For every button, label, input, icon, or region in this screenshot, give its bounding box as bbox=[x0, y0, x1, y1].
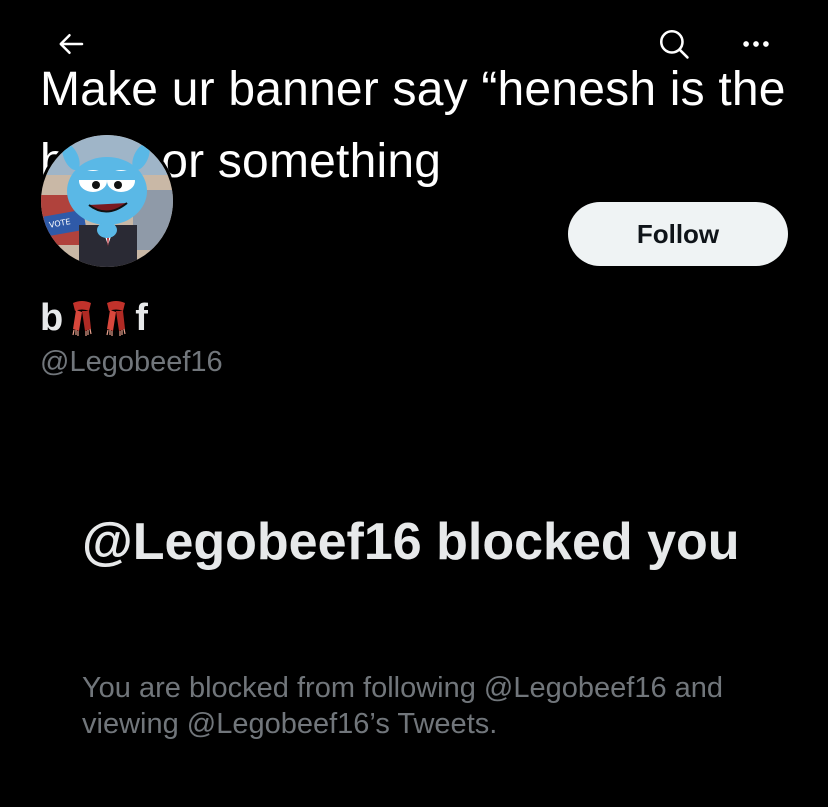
blocked-message: You are blocked from following @Legobeef… bbox=[82, 672, 724, 740]
display-name-start: b bbox=[40, 296, 64, 339]
scarf-icon bbox=[106, 301, 126, 336]
display-name-end: f bbox=[135, 296, 148, 339]
follow-button[interactable]: Follow bbox=[568, 202, 788, 266]
scarf-icon bbox=[72, 301, 92, 336]
profile-handle: @Legobeef16 bbox=[40, 346, 223, 378]
display-name: b f bbox=[40, 292, 148, 344]
back-button[interactable] bbox=[52, 24, 92, 64]
blocked-title: @Legobeef16 blocked you bbox=[82, 513, 740, 571]
search-icon bbox=[659, 29, 689, 59]
avatar-image: VOTE bbox=[41, 135, 173, 267]
avatar[interactable]: VOTE bbox=[38, 132, 176, 270]
more-button[interactable] bbox=[736, 24, 776, 64]
search-button[interactable] bbox=[654, 24, 694, 64]
more-horizontal-icon bbox=[743, 41, 769, 47]
arrow-left-icon bbox=[59, 34, 84, 54]
